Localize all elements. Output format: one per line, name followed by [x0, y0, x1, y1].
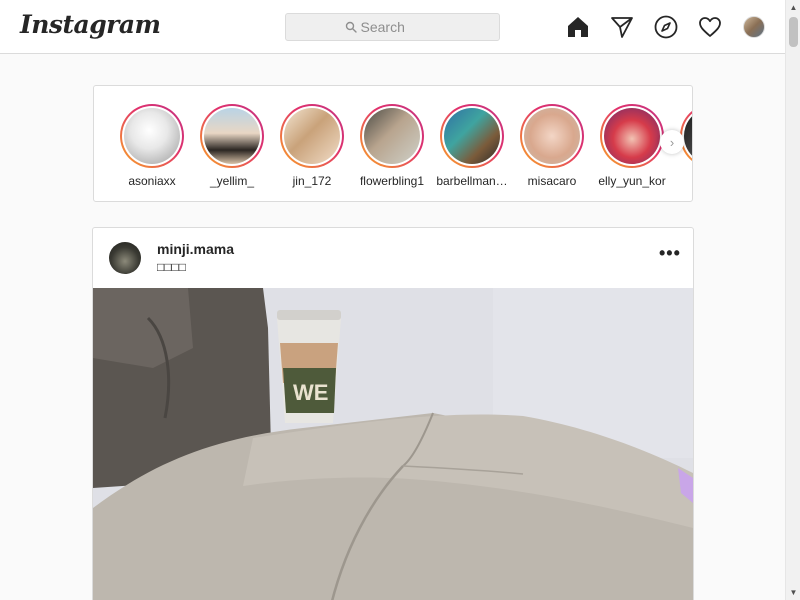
more-options-icon[interactable]: •••: [659, 244, 681, 262]
search-icon: [345, 21, 357, 33]
post-location[interactable]: □□□□: [157, 260, 186, 274]
search-input[interactable]: [360, 19, 441, 35]
scroll-thumb[interactable]: [789, 17, 798, 47]
story-username: jin_172: [292, 174, 332, 188]
story-item[interactable]: jin_172: [272, 104, 352, 188]
story-item[interactable]: flowerbling1: [352, 104, 432, 188]
story-avatar: [364, 108, 420, 164]
instagram-logo[interactable]: Instagram: [20, 10, 161, 39]
direct-icon[interactable]: [609, 14, 635, 40]
story-avatar: [124, 108, 180, 164]
post-author-avatar[interactable]: [109, 242, 141, 274]
stories-next-chevron-icon[interactable]: ›: [660, 130, 684, 154]
story-avatar: [524, 108, 580, 164]
search-box[interactable]: [285, 13, 500, 41]
post-photo-illustration: WE: [93, 288, 693, 600]
story-avatar: [284, 108, 340, 164]
explore-icon[interactable]: [653, 14, 679, 40]
story-item[interactable]: misacaro: [512, 104, 592, 188]
post-photo[interactable]: WE: [93, 288, 693, 600]
svg-text:WE: WE: [293, 380, 328, 405]
feed-post: minji.mama □□□□ ••• WE: [92, 227, 694, 600]
scroll-down-arrow-icon[interactable]: ▼: [786, 585, 800, 600]
story-username: asoniaxx: [128, 174, 176, 188]
story-username: misacaro: [527, 174, 577, 188]
story-username: flowerbling1: [359, 174, 425, 188]
story-username: elly_yun_kor: [598, 174, 666, 188]
heart-icon[interactable]: [697, 14, 723, 40]
story-item[interactable]: barbellman…: [432, 104, 512, 188]
story-avatar: [604, 108, 660, 164]
story-item[interactable]: asoniaxx: [112, 104, 192, 188]
story-username: zeng: [674, 174, 692, 188]
top-navigation-bar: Instagram: [0, 0, 785, 54]
scroll-up-arrow-icon[interactable]: ▲: [786, 0, 800, 15]
story-username: _yellim_: [209, 174, 254, 188]
scrollbar[interactable]: ▲ ▼: [785, 0, 800, 600]
story-avatar: [204, 108, 260, 164]
profile-avatar[interactable]: [743, 16, 765, 38]
story-avatar: [684, 108, 692, 164]
post-username[interactable]: minji.mama: [157, 241, 234, 257]
story-username: barbellman…: [436, 174, 508, 188]
home-icon[interactable]: [565, 14, 591, 40]
story-avatar: [444, 108, 500, 164]
story-item[interactable]: _yellim_: [192, 104, 272, 188]
stories-tray: asoniaxx _yellim_ jin_172 flowerbling1 b…: [93, 85, 693, 202]
